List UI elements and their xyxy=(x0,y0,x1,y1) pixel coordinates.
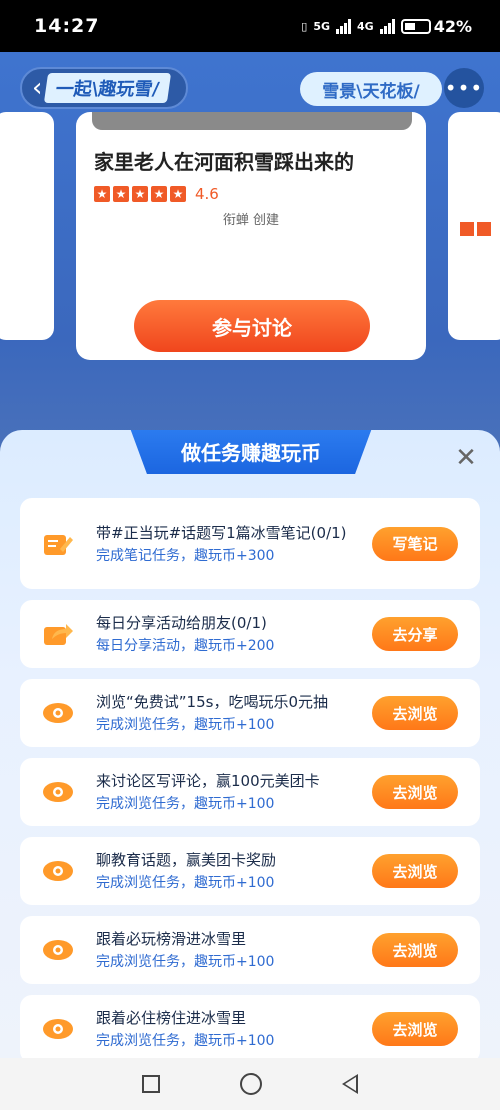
task-title: 来讨论区写评论，赢100元美团卡 xyxy=(96,772,320,790)
task-reward: 完成浏览任务，趣玩币+100 xyxy=(96,954,275,970)
chevron-left-icon: ‹ xyxy=(32,73,43,103)
network-4g: 4G xyxy=(357,19,374,33)
share-icon xyxy=(44,624,73,645)
close-icon[interactable]: ✕ xyxy=(452,444,480,472)
star-icon: ★ xyxy=(132,186,148,202)
recents-icon[interactable] xyxy=(142,1075,160,1093)
go-browse-button[interactable]: 去浏览 xyxy=(372,775,458,809)
join-discussion-button[interactable]: 参与讨论 xyxy=(134,300,370,352)
task-item: 带#正当玩#话题写1篇冰雪笔记(0/1) 完成笔记任务，趣玩币+300 写笔记 xyxy=(20,498,480,589)
task-text: 聊教育话题，赢美团卡奖励 完成浏览任务，趣玩币+100 xyxy=(96,849,366,893)
task-reward: 完成浏览任务，趣玩币+100 xyxy=(96,875,275,891)
task-reward: 完成浏览任务，趣玩币+100 xyxy=(96,796,275,812)
home-icon[interactable] xyxy=(240,1073,262,1095)
system-nav-bar xyxy=(0,1058,500,1110)
card-image xyxy=(92,112,412,130)
task-title: 每日分享活动给朋友(0/1) xyxy=(96,614,267,632)
card-score: 4.6 xyxy=(195,185,219,203)
note-edit-icon xyxy=(44,534,73,555)
back-triangle-icon[interactable] xyxy=(342,1074,358,1094)
task-reward: 完成浏览任务，趣玩币+100 xyxy=(96,717,275,733)
eye-icon xyxy=(43,703,73,723)
task-sheet: 做任务赚趣玩币 ✕ 带#正当玩#话题写1篇冰雪笔记(0/1) 完成笔记任务，趣玩… xyxy=(0,430,500,1060)
side-card-rating xyxy=(460,222,491,236)
task-text: 跟着必玩榜滑进冰雪里 完成浏览任务，趣玩币+100 xyxy=(96,928,366,972)
task-item: 跟着必住榜住进冰雪里 完成浏览任务，趣玩币+100 去浏览 xyxy=(20,995,480,1060)
task-text: 来讨论区写评论，赢100元美团卡 完成浏览任务，趣玩币+100 xyxy=(96,770,366,814)
task-item: 来讨论区写评论，赢100元美团卡 完成浏览任务，趣玩币+100 去浏览 xyxy=(20,758,480,826)
task-item: 每日分享活动给朋友(0/1) 每日分享活动，趣玩币+200 去分享 xyxy=(20,600,480,668)
side-card-left[interactable] xyxy=(0,112,54,340)
status-time: 14:27 xyxy=(34,15,100,37)
star-icon: ★ xyxy=(113,186,129,202)
star-icon: ★ xyxy=(94,186,110,202)
eye-icon xyxy=(43,861,73,881)
task-item: 浏览“免费试”15s，吃喝玩乐0元抽 完成浏览任务，趣玩币+100 去浏览 xyxy=(20,679,480,747)
eye-icon xyxy=(43,940,73,960)
task-title: 浏览“免费试”15s，吃喝玩乐0元抽 xyxy=(96,693,328,711)
sheet-title: 做任务赚趣玩币 xyxy=(130,430,372,474)
task-title: 跟着必住榜住进冰雪里 xyxy=(96,1009,247,1027)
status-bar: 14:27 ▯ 5G 4G 42% xyxy=(0,0,500,52)
task-reward: 完成笔记任务，趣玩币+300 xyxy=(96,547,275,564)
discussion-card[interactable]: 家里老人在河面积雪踩出来的 ★ ★ ★ ★ ★ 4.6 衔蝉 创建 参与讨论 xyxy=(76,112,426,360)
task-title: 跟着必玩榜滑进冰雪里 xyxy=(96,930,247,948)
go-browse-button[interactable]: 去浏览 xyxy=(372,696,458,730)
more-button[interactable]: ••• xyxy=(444,68,484,108)
write-note-button[interactable]: 写笔记 xyxy=(372,526,458,561)
card-creator: 衔蝉 创建 xyxy=(222,213,280,228)
task-item: 跟着必玩榜滑进冰雪里 完成浏览任务，趣玩币+100 去浏览 xyxy=(20,916,480,984)
go-share-button[interactable]: 去分享 xyxy=(372,617,458,651)
page-title: 一起\趣玩雪/ xyxy=(44,73,172,103)
go-browse-button[interactable]: 去浏览 xyxy=(372,933,458,967)
topic-tag[interactable]: 雪景\天花板/ xyxy=(300,72,442,106)
signal-icon-2 xyxy=(379,18,395,34)
vibrate-icon: ▯ xyxy=(301,19,308,33)
status-icons: ▯ 5G 4G 42% xyxy=(301,17,472,36)
task-text: 浏览“免费试”15s，吃喝玩乐0元抽 完成浏览任务，趣玩币+100 xyxy=(96,691,366,735)
star-icon: ★ xyxy=(151,186,167,202)
eye-icon xyxy=(43,1019,73,1039)
go-browse-button[interactable]: 去浏览 xyxy=(372,854,458,888)
task-title: 带#正当玩#话题写1篇冰雪笔记(0/1) xyxy=(96,523,347,542)
task-list: 带#正当玩#话题写1篇冰雪笔记(0/1) 完成笔记任务，趣玩币+300 写笔记 … xyxy=(20,498,480,1060)
network-5g: 5G xyxy=(313,19,331,33)
card-title: 家里老人在河面积雪踩出来的 xyxy=(94,150,354,174)
back-button[interactable]: ‹ 一起\趣玩雪/ xyxy=(20,67,188,109)
battery-icon: 42% xyxy=(400,16,472,36)
task-text: 带#正当玩#话题写1篇冰雪笔记(0/1) 完成笔记任务，趣玩币+300 xyxy=(96,522,366,566)
signal-icon xyxy=(336,18,352,34)
battery-percent: 42% xyxy=(433,16,472,36)
task-reward: 每日分享活动，趣玩币+200 xyxy=(96,638,275,654)
task-reward: 完成浏览任务，趣玩币+100 xyxy=(96,1033,275,1049)
eye-icon xyxy=(43,782,73,802)
task-text: 每日分享活动给朋友(0/1) 每日分享活动，趣玩币+200 xyxy=(96,612,366,656)
task-item: 聊教育话题，赢美团卡奖励 完成浏览任务，趣玩币+100 去浏览 xyxy=(20,837,480,905)
task-title: 聊教育话题，赢美团卡奖励 xyxy=(96,851,277,869)
go-browse-button[interactable]: 去浏览 xyxy=(372,1012,458,1046)
card-rating: ★ ★ ★ ★ ★ 4.6 xyxy=(94,185,408,203)
star-icon: ★ xyxy=(170,186,186,202)
side-card-right[interactable] xyxy=(448,112,500,340)
task-text: 跟着必住榜住进冰雪里 完成浏览任务，趣玩币+100 xyxy=(96,1007,366,1051)
